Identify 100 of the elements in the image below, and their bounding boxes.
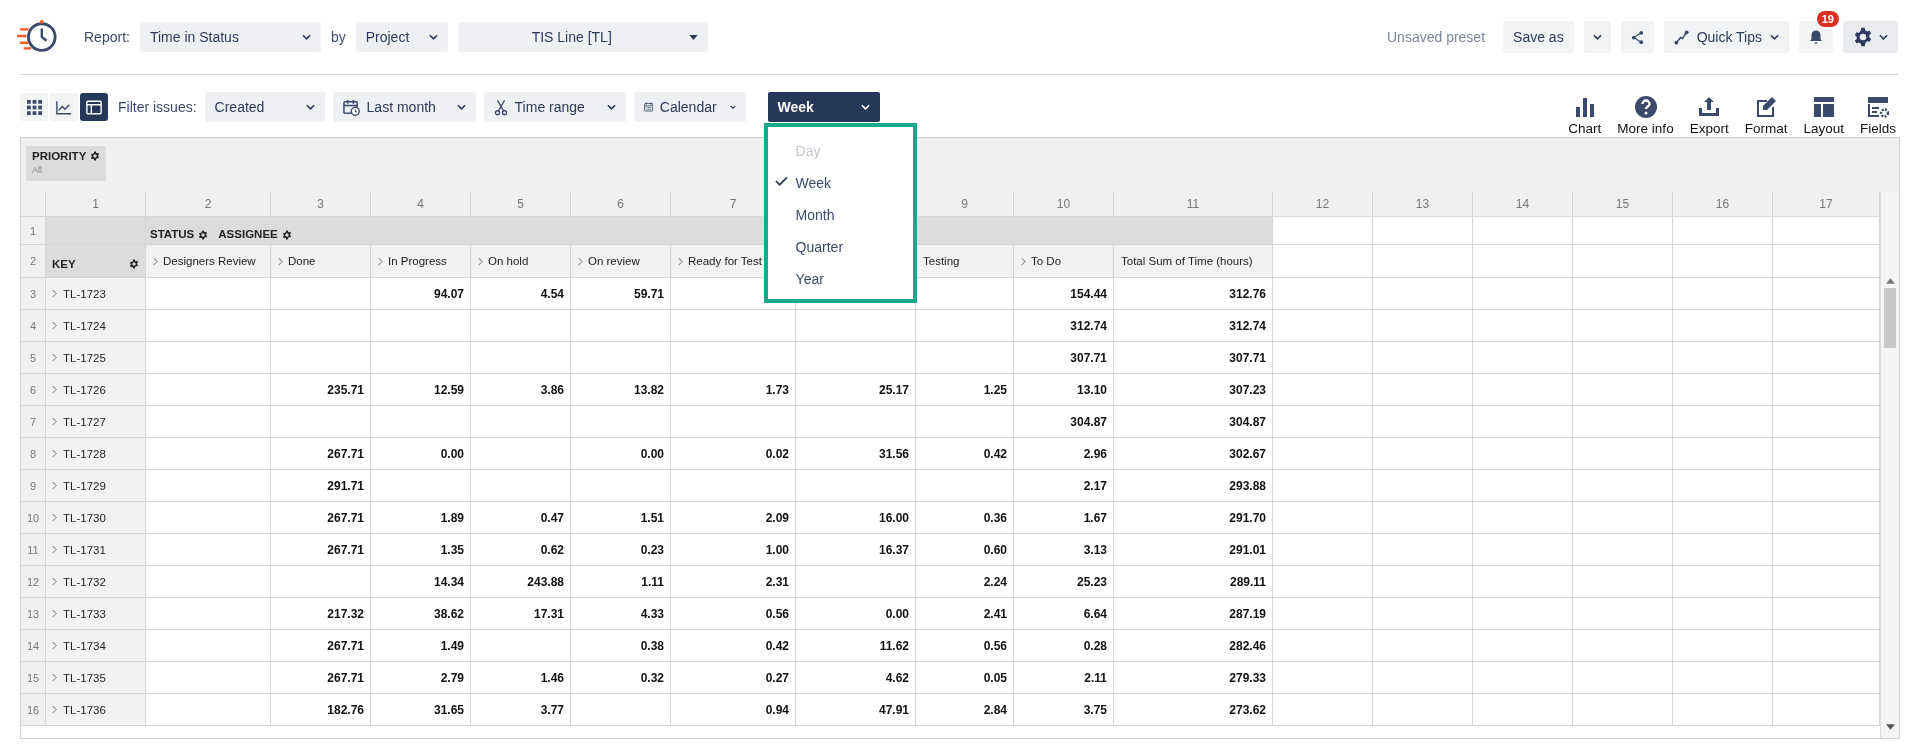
chevron-right-icon xyxy=(52,385,57,394)
column-header[interactable]: Total Sum of Time (hours) xyxy=(1114,245,1273,278)
table-cell: 279.33 xyxy=(1114,662,1273,694)
column-field[interactable]: ASSIGNEE xyxy=(218,228,278,240)
scroll-down-icon[interactable] xyxy=(1885,724,1895,730)
row-header[interactable]: TL-1734 xyxy=(46,630,146,662)
quick-tips-button[interactable]: Quick Tips xyxy=(1663,21,1789,53)
table-view-button[interactable] xyxy=(80,93,108,121)
scroll-thumb[interactable] xyxy=(1884,288,1896,348)
scroll-up-icon[interactable] xyxy=(1885,278,1895,284)
table-cell: 235.71 xyxy=(271,374,371,406)
row-header[interactable]: TL-1730 xyxy=(46,502,146,534)
column-number: 4 xyxy=(371,192,471,217)
report-select[interactable]: Time in Status xyxy=(139,22,321,52)
table-cell: 31.56 xyxy=(796,438,916,470)
row-number: 11 xyxy=(21,534,46,566)
column-header[interactable]: In Progress xyxy=(371,245,471,278)
column-header[interactable]: On hold xyxy=(471,245,571,278)
row-header[interactable]: TL-1725 xyxy=(46,342,146,374)
chevron-down-icon xyxy=(729,104,736,110)
info-tool-button[interactable]: More info xyxy=(1613,94,1678,136)
row-header[interactable]: TL-1728 xyxy=(46,438,146,470)
table-cell: 291.71 xyxy=(271,470,371,502)
chart-tool-button[interactable]: Chart xyxy=(1564,94,1606,136)
row-header[interactable]: TL-1727 xyxy=(46,406,146,438)
layout-tool-button[interactable]: Layout xyxy=(1799,94,1848,136)
notifications-button[interactable] xyxy=(1799,21,1833,53)
scrollbar[interactable] xyxy=(1880,192,1899,738)
row-number: 10 xyxy=(21,502,46,534)
column-header[interactable]: To Do xyxy=(1014,245,1114,278)
fields-tool-button[interactable]: Fields xyxy=(1856,94,1900,136)
row-header[interactable]: TL-1729 xyxy=(46,470,146,502)
row-header[interactable]: TL-1733 xyxy=(46,598,146,630)
check-icon xyxy=(775,176,789,186)
row-number: 12 xyxy=(21,566,46,598)
format-tool-button[interactable]: Format xyxy=(1740,94,1792,136)
column-number: 16 xyxy=(1673,192,1773,217)
calendar-select[interactable]: Calendar xyxy=(633,92,746,122)
table-cell: 47.91 xyxy=(796,694,916,726)
table-cell: 4.62 xyxy=(796,662,916,694)
table-cell: 0.62 xyxy=(471,534,571,566)
row-header[interactable]: TL-1731 xyxy=(46,534,146,566)
table-cell: 0.94 xyxy=(671,694,796,726)
period-select[interactable]: Last month xyxy=(332,92,476,122)
group-by-select[interactable]: Project xyxy=(355,22,448,52)
row-header[interactable]: TL-1724 xyxy=(46,310,146,342)
grid-view-button[interactable] xyxy=(20,93,48,121)
time-range-select[interactable]: Time range xyxy=(483,92,626,122)
table-cell: 2.84 xyxy=(916,694,1014,726)
row-header[interactable]: TL-1732 xyxy=(46,566,146,598)
table-cell: 11.62 xyxy=(796,630,916,662)
column-header[interactable]: Done xyxy=(271,245,371,278)
save-as-button[interactable]: Save as xyxy=(1503,21,1574,53)
report-filter-chip[interactable]: PRIORITY All xyxy=(26,146,107,181)
column-number: 5 xyxy=(471,192,571,217)
chevron-right-icon xyxy=(52,513,57,522)
table-cell: 291.70 xyxy=(1114,502,1273,534)
chevron-right-icon xyxy=(52,449,57,458)
column-header[interactable]: Testing xyxy=(916,245,1014,278)
table-cell: 38.62 xyxy=(371,598,471,630)
table-cell: 0.42 xyxy=(916,438,1014,470)
share-button[interactable] xyxy=(1620,21,1654,53)
chart-view-button[interactable] xyxy=(50,93,78,121)
row-header[interactable]: TL-1736 xyxy=(46,694,146,726)
row-header[interactable]: TL-1735 xyxy=(46,662,146,694)
filter-select[interactable]: Created xyxy=(204,92,325,122)
row-header[interactable]: TL-1723 xyxy=(46,278,146,310)
table-cell: 287.19 xyxy=(1114,598,1273,630)
gear-icon[interactable] xyxy=(129,259,139,269)
table-cell: 267.71 xyxy=(271,630,371,662)
settings-button[interactable] xyxy=(1843,21,1898,53)
table-cell: 0.00 xyxy=(796,598,916,630)
table-cell: 154.44 xyxy=(1014,278,1114,310)
column-field[interactable]: STATUS xyxy=(150,228,195,240)
column-header[interactable]: Designers Review xyxy=(146,245,271,278)
table-cell: 267.71 xyxy=(271,438,371,470)
gear-icon[interactable] xyxy=(198,230,209,240)
table-cell: 0.60 xyxy=(916,534,1014,566)
export-tool-button[interactable]: Export xyxy=(1685,94,1733,136)
table-cell: 1.46 xyxy=(471,662,571,694)
gear-icon[interactable] xyxy=(281,230,292,240)
table-cell: 1.00 xyxy=(671,534,796,566)
scope-select[interactable]: TIS Line [TL] xyxy=(457,22,708,52)
table-cell: 307.71 xyxy=(1114,342,1273,374)
gear-icon[interactable] xyxy=(90,151,101,161)
row-field[interactable]: KEY xyxy=(52,258,76,270)
table-cell: 302.67 xyxy=(1114,438,1273,470)
table-cell: 304.87 xyxy=(1014,406,1114,438)
gear-icon[interactable] xyxy=(1853,27,1873,47)
column-number: 17 xyxy=(1773,192,1880,217)
granularity-select[interactable]: Week xyxy=(767,92,880,122)
row-header[interactable]: TL-1726 xyxy=(46,374,146,406)
table-cell: 0.56 xyxy=(671,598,796,630)
table-cell: 2.31 xyxy=(671,566,796,598)
column-number: 12 xyxy=(1273,192,1373,217)
chevron-right-icon xyxy=(153,256,158,266)
row-number: 8 xyxy=(21,438,46,470)
table-cell: 16.00 xyxy=(796,502,916,534)
caret-down-icon xyxy=(688,34,698,40)
column-header[interactable]: On review xyxy=(571,245,671,278)
